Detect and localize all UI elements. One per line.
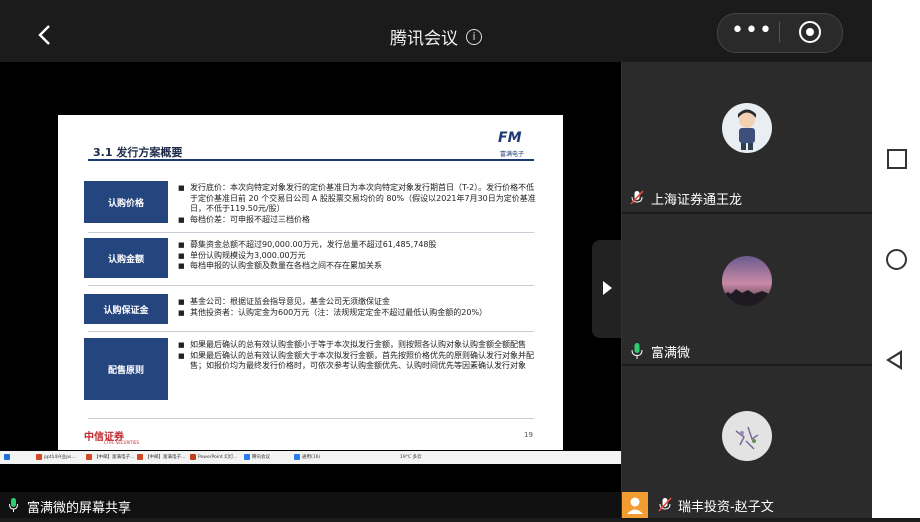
slide-title-underline xyxy=(88,159,534,161)
play-arrow-icon[interactable] xyxy=(603,281,612,295)
info-icon[interactable]: i xyxy=(466,28,482,45)
slide-footer-divider xyxy=(88,418,534,419)
bullet-item: ■ 其他投资者：认购定金为600万元（注：法规规定定金不超过最低认购金额的20%） xyxy=(178,307,488,317)
slide-page-number: 19 xyxy=(524,431,533,439)
microphone-icon xyxy=(9,497,18,512)
taskbar-item: 【中邮】富满电子... xyxy=(137,453,185,462)
taskbar-item: ppt14兴业ps... xyxy=(36,453,76,462)
bullet-item: ■ 募集资金总额不超过90,000.00万元，发行总量不超过61,485,748股 xyxy=(178,240,437,249)
more-horizontal-icon[interactable]: ••• xyxy=(727,18,777,46)
bullet-item: ■ 如果最后确认的总有效认购金额小于等于本次拟发行金额，则按照各认购对象认购金额全… xyxy=(178,340,526,349)
mic-muted-icon xyxy=(658,497,672,512)
screen-share-label: 富满微的屏幕共享 xyxy=(27,501,132,516)
section-divider xyxy=(88,232,534,233)
bullet-item: ■ 如果最后确认的总有效认购金额大于本次拟发行金额，首先按照价格优先的原则确认发行… xyxy=(178,350,534,371)
section-bullets: ■ 如果最后确认的总有效认购金额小于等于本次拟发行金额，则按照各认购对象认购金额全… xyxy=(178,340,538,372)
bullet-item: ■ 每档价差：可申报不超过三档价格 xyxy=(178,214,310,224)
mic-muted-icon xyxy=(630,190,644,205)
record-icon[interactable] xyxy=(799,21,821,43)
citic-logo-subtitle: CITIC SECURITIES xyxy=(104,440,140,445)
section-label: 认购保证金 xyxy=(84,294,168,324)
fm-logo-subtitle: 富满电子 xyxy=(500,151,525,158)
nav-back-icon-inner xyxy=(890,354,900,366)
pill-divider xyxy=(779,22,780,42)
bullet-item: ■ 基金公司：根据证监会指导意见，基金公司无须缴保证金 xyxy=(178,297,390,306)
participant-name: 富满微 xyxy=(651,346,691,361)
user-icon xyxy=(622,492,648,518)
participant-avatar xyxy=(722,103,772,153)
windows-start-icon xyxy=(4,453,12,462)
section-bullets: ■ 发行底价：本次向特定对象发行的定价基准日为本次向特定对象发行期首日（T-2）。… xyxy=(178,183,538,225)
taskbar-item: 通用(16) xyxy=(294,453,320,462)
section-bullets: ■ 募集资金总额不超过90,000.00万元，发行总量不超过61,485,748股… xyxy=(178,240,538,272)
fm-logo: FM xyxy=(498,130,522,146)
taskbar-item: 【中邮】富满电子... xyxy=(86,453,134,462)
participant-avatar xyxy=(722,256,772,306)
meeting-title: 腾讯会议 xyxy=(390,29,458,49)
bullet-item: ■ 每档申报的认购金额及数量在各档之间不存在累加关系 xyxy=(178,261,382,270)
section-divider xyxy=(88,285,534,286)
participant-name: 瑞丰投资-赵子文 xyxy=(678,500,774,515)
section-bullets: ■ 基金公司：根据证监会指导意见，基金公司无须缴保证金 ■ 其他投资者：认购定金为6… xyxy=(178,297,538,318)
participant-name: 上海证券通王龙 xyxy=(651,193,743,208)
taskbar-weather: 19°C 多云 xyxy=(400,455,422,460)
recent-apps-icon[interactable] xyxy=(887,149,907,169)
taskbar-item: 腾讯会议 xyxy=(244,453,270,462)
section-divider xyxy=(88,331,534,332)
bullet-item: ■ 发行底价：本次向特定对象发行的定价基准日为本次向特定对象发行期首日（T-2）。… xyxy=(178,183,536,213)
section-label: 认购价格 xyxy=(84,181,168,223)
home-icon[interactable] xyxy=(886,249,907,270)
bullet-item: ■ 单份认购规模设为3,000.00万元 xyxy=(178,250,306,260)
section-label: 认购金额 xyxy=(84,238,168,278)
microphone-icon xyxy=(631,343,643,359)
taskbar-item: PowerPoint 幻灯... xyxy=(190,453,238,462)
section-label: 配售原则 xyxy=(84,338,168,400)
participant-avatar xyxy=(722,411,772,461)
slide-title: 3.1 发行方案概要 xyxy=(93,146,183,159)
